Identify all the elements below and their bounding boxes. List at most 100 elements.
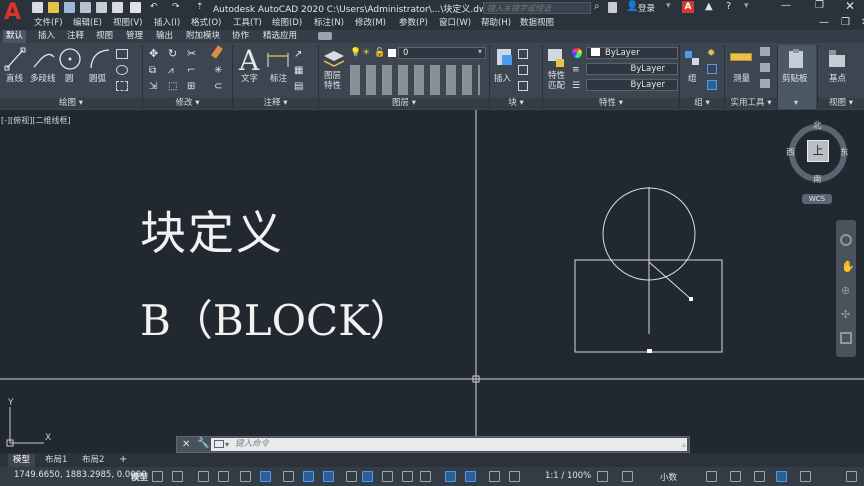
selection-filter-icon[interactable] xyxy=(445,471,456,482)
block-diagonal-line[interactable] xyxy=(648,261,693,301)
isodraft-icon[interactable] xyxy=(283,471,294,482)
units-dropdown[interactable]: 小数 xyxy=(660,471,677,483)
clipboard-label[interactable]: 剪贴板 xyxy=(782,72,808,84)
draw-panel-title[interactable]: 绘图 ▾ xyxy=(0,98,142,109)
customization-icon[interactable] xyxy=(846,471,857,482)
copy-icon[interactable]: ⧉ xyxy=(149,65,156,76)
tab-addins[interactable]: 附加模块 xyxy=(183,30,223,43)
circle-icon[interactable] xyxy=(58,46,82,72)
plot-icon[interactable] xyxy=(130,2,141,13)
ribbon-options-icon[interactable] xyxy=(318,32,332,40)
circle-label[interactable]: 圆 xyxy=(65,72,74,84)
print-icon[interactable] xyxy=(112,2,123,13)
help-dropdown-icon[interactable]: ▾ xyxy=(744,1,749,11)
polar-tracking-icon[interactable] xyxy=(260,471,271,482)
login-dropdown-icon[interactable]: ▾ xyxy=(666,1,671,11)
color-wheel-icon[interactable] xyxy=(572,48,582,58)
tab-annotate[interactable]: 注释 xyxy=(64,30,87,43)
menu-draw[interactable]: 绘图(D) xyxy=(272,16,302,30)
insert-block-icon[interactable] xyxy=(494,46,516,70)
dynamic-ucs-icon[interactable] xyxy=(420,471,431,482)
menu-parametric[interactable]: 参数(P) xyxy=(399,16,428,30)
layer-properties-label[interactable]: 图层 特性 xyxy=(324,71,341,91)
ellipse-icon[interactable] xyxy=(116,65,128,75)
lineweight-dropdown[interactable]: ByLayer xyxy=(586,79,678,91)
tab-view[interactable]: 视图 xyxy=(93,30,116,43)
close-icon[interactable]: ✕ xyxy=(845,0,855,13)
steering-wheel-icon[interactable] xyxy=(840,234,852,246)
compass-north[interactable]: 北 xyxy=(813,119,822,131)
layers-panel-title[interactable]: 图层 ▾ xyxy=(319,98,489,109)
tab-collaborate[interactable]: 协作 xyxy=(229,30,252,43)
coordinates-readout[interactable]: 1749.6650, 1883.2985, 0.0000 xyxy=(14,470,146,480)
pan-icon[interactable]: ✋ xyxy=(841,260,855,273)
group-edit-icon[interactable] xyxy=(707,64,717,74)
list-icon[interactable]: ☰ xyxy=(572,81,580,91)
add-layout-button[interactable]: + xyxy=(114,454,132,467)
login-button[interactable]: 登录 xyxy=(638,2,655,14)
dimension-icon[interactable] xyxy=(265,47,291,71)
arc-label[interactable]: 圆弧 xyxy=(89,72,106,84)
trim-icon[interactable]: ✂ xyxy=(187,47,196,60)
undo-icon[interactable]: ↶ xyxy=(150,2,158,12)
menu-tools[interactable]: 工具(T) xyxy=(233,16,262,30)
utilities-panel-title[interactable]: 实用工具 ▾ xyxy=(725,98,777,109)
collaborate-icon[interactable]: ▲ xyxy=(705,1,713,12)
minimize-icon[interactable]: — xyxy=(781,0,791,11)
leader-icon[interactable]: ↗ xyxy=(294,49,302,60)
hardware-acceleration-icon[interactable] xyxy=(776,471,787,482)
utility-tools-icon-group[interactable] xyxy=(760,47,770,91)
ungroup-icon[interactable]: ✸ xyxy=(707,48,715,59)
tab-model[interactable]: 模型 xyxy=(8,454,36,467)
tab-featured-apps[interactable]: 精选应用 xyxy=(260,30,300,43)
snap-icon[interactable] xyxy=(172,471,183,482)
chevron-down-icon[interactable]: ▾ xyxy=(478,47,482,56)
compass-south[interactable]: 南 xyxy=(813,173,822,185)
model-space-button[interactable]: 模型 xyxy=(131,471,148,483)
clipboard-dropdown-icon[interactable]: ▾ xyxy=(794,98,798,107)
properties-panel-title[interactable]: 特性 ▾ xyxy=(543,98,679,109)
insert-label[interactable]: 插入 xyxy=(494,72,511,84)
web-mobile-icon[interactable] xyxy=(96,2,107,13)
tab-layout1[interactable]: 布局1 xyxy=(40,454,72,467)
annotation-scale-dropdown[interactable]: 1:1 / 100% xyxy=(545,471,591,481)
markup-icon[interactable]: ▤ xyxy=(294,81,303,92)
doc-minimize-icon[interactable]: — xyxy=(819,16,829,30)
polyline-label[interactable]: 多段线 xyxy=(30,72,56,84)
tab-default[interactable]: 默认 xyxy=(3,30,27,43)
3d-osnap-icon[interactable] xyxy=(402,471,413,482)
create-block-icon[interactable] xyxy=(518,49,528,59)
layer-freeze-icon[interactable]: ☀ xyxy=(362,48,370,58)
auto-scale-icon[interactable] xyxy=(509,471,520,482)
subscription-icon[interactable] xyxy=(608,2,617,13)
infer-constraints-icon[interactable] xyxy=(198,471,209,482)
hatch-icon[interactable] xyxy=(116,81,128,91)
chevron-down-icon[interactable]: ▾ xyxy=(225,438,229,451)
tab-insert[interactable]: 插入 xyxy=(35,30,58,43)
annotation-monitor-icon[interactable] xyxy=(622,471,633,482)
open-folder-icon[interactable] xyxy=(48,2,59,13)
search-input[interactable] xyxy=(484,3,590,13)
mirror-icon[interactable]: ⩘ xyxy=(168,65,174,76)
arc-icon[interactable] xyxy=(88,47,112,71)
layer-tools-icon-group[interactable] xyxy=(350,65,480,95)
menu-dimension[interactable]: 标注(N) xyxy=(314,16,344,30)
menu-window[interactable]: 窗口(W) xyxy=(439,16,471,30)
annotation-panel-title[interactable]: 注释 ▾ xyxy=(233,98,318,109)
layer-on-icon[interactable]: 💡 xyxy=(350,48,361,58)
grip-point[interactable] xyxy=(647,349,652,353)
lock-ui-icon[interactable] xyxy=(730,471,741,482)
move-icon[interactable]: ✥ xyxy=(149,47,158,60)
explode-icon[interactable]: ✳ xyxy=(214,65,222,76)
search-icon[interactable]: ⌕ xyxy=(594,1,600,12)
share-icon[interactable]: ⇡ xyxy=(196,2,204,12)
groups-panel-title[interactable]: 组 ▾ xyxy=(680,98,724,109)
grid-icon[interactable] xyxy=(152,471,163,482)
save-as-icon[interactable] xyxy=(80,2,91,13)
dimension-label[interactable]: 标注 xyxy=(270,72,287,84)
stretch-icon[interactable]: ⇲ xyxy=(149,81,157,92)
menu-insert[interactable]: 插入(I) xyxy=(154,16,180,30)
viewport-controls[interactable]: [-][俯视][二维线框] xyxy=(1,115,71,126)
offset-icon[interactable]: ⊂ xyxy=(214,81,222,92)
transparency-icon[interactable] xyxy=(362,471,373,482)
